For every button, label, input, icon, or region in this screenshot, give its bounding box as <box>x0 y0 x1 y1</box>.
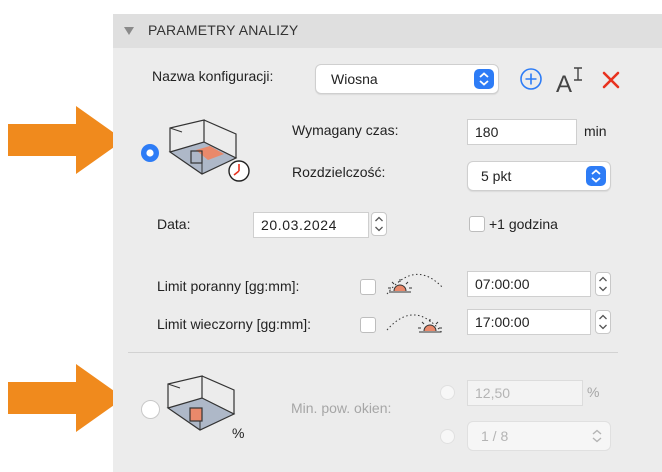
resolution-select[interactable]: 5 pkt <box>467 161 611 191</box>
required-time-label: Wymagany czas: <box>292 122 399 138</box>
date-input[interactable]: 20.03.2024 <box>253 212 369 238</box>
time-mode-radio[interactable] <box>140 143 160 163</box>
window-ratio-select[interactable]: 1 / 8 <box>467 421 611 451</box>
arrow-right-icon <box>8 106 124 174</box>
triangle-down-icon[interactable] <box>124 27 134 35</box>
evening-limit-checkbox[interactable] <box>360 317 376 333</box>
evening-limit-input[interactable]: 17:00:00 <box>467 309 591 335</box>
required-time-value: 180 <box>475 124 499 140</box>
svg-text:%: % <box>232 425 244 441</box>
date-label: Data: <box>157 216 191 232</box>
evening-limit-value: 17:00:00 <box>475 314 530 330</box>
window-percent-input[interactable]: 12,50 <box>467 380 583 406</box>
evening-limit-label: Limit wieczorny [gg:mm]: <box>157 316 312 332</box>
morning-limit-checkbox[interactable] <box>360 279 376 295</box>
config-name-label: Nazwa konfiguracji: <box>152 68 274 84</box>
config-name-select[interactable]: Wiosna <box>315 64 499 94</box>
config-name-value: Wiosna <box>331 71 378 87</box>
min-window-area-label: Min. pow. okien: <box>291 400 392 416</box>
chevron-updown-icon <box>592 429 602 443</box>
sunrise-icon <box>386 273 444 295</box>
extra-hour-label: +1 godzina <box>489 216 558 232</box>
evening-limit-stepper[interactable] <box>595 310 611 334</box>
room-sunlight-clock-icon <box>168 119 250 182</box>
window-percent-unit: % <box>587 384 600 400</box>
morning-limit-stepper[interactable] <box>595 272 611 296</box>
date-stepper[interactable] <box>371 212 387 236</box>
chevron-updown-icon <box>474 69 494 89</box>
close-x-icon[interactable] <box>600 69 622 91</box>
required-time-input[interactable]: 180 <box>467 119 577 145</box>
section-divider <box>128 352 618 353</box>
sunset-icon <box>386 314 444 335</box>
percent-option-radio[interactable] <box>440 385 455 400</box>
window-mode-radio[interactable] <box>141 400 160 419</box>
morning-limit-input[interactable]: 07:00:00 <box>467 271 591 297</box>
svg-text:A: A <box>556 71 572 96</box>
required-time-unit: min <box>584 123 607 139</box>
extra-hour-checkbox[interactable] <box>469 216 485 232</box>
room-window-percent-icon: % <box>166 375 244 441</box>
panel-title: PARAMETRY ANALIZY <box>148 22 299 38</box>
rename-text-icon[interactable]: A <box>554 64 588 96</box>
plus-circle-icon[interactable] <box>519 67 543 91</box>
window-ratio-value: 1 / 8 <box>481 428 509 444</box>
window-percent-value: 12,50 <box>475 385 511 401</box>
resolution-value: 5 pkt <box>481 168 512 184</box>
date-value: 20.03.2024 <box>261 217 338 233</box>
ratio-option-radio[interactable] <box>440 429 455 444</box>
chevron-updown-icon <box>586 166 606 186</box>
morning-limit-label: Limit poranny [gg:mm]: <box>157 278 300 294</box>
morning-limit-value: 07:00:00 <box>475 276 530 292</box>
arrow-right-icon <box>8 364 124 432</box>
resolution-label: Rozdzielczość: <box>292 164 386 180</box>
